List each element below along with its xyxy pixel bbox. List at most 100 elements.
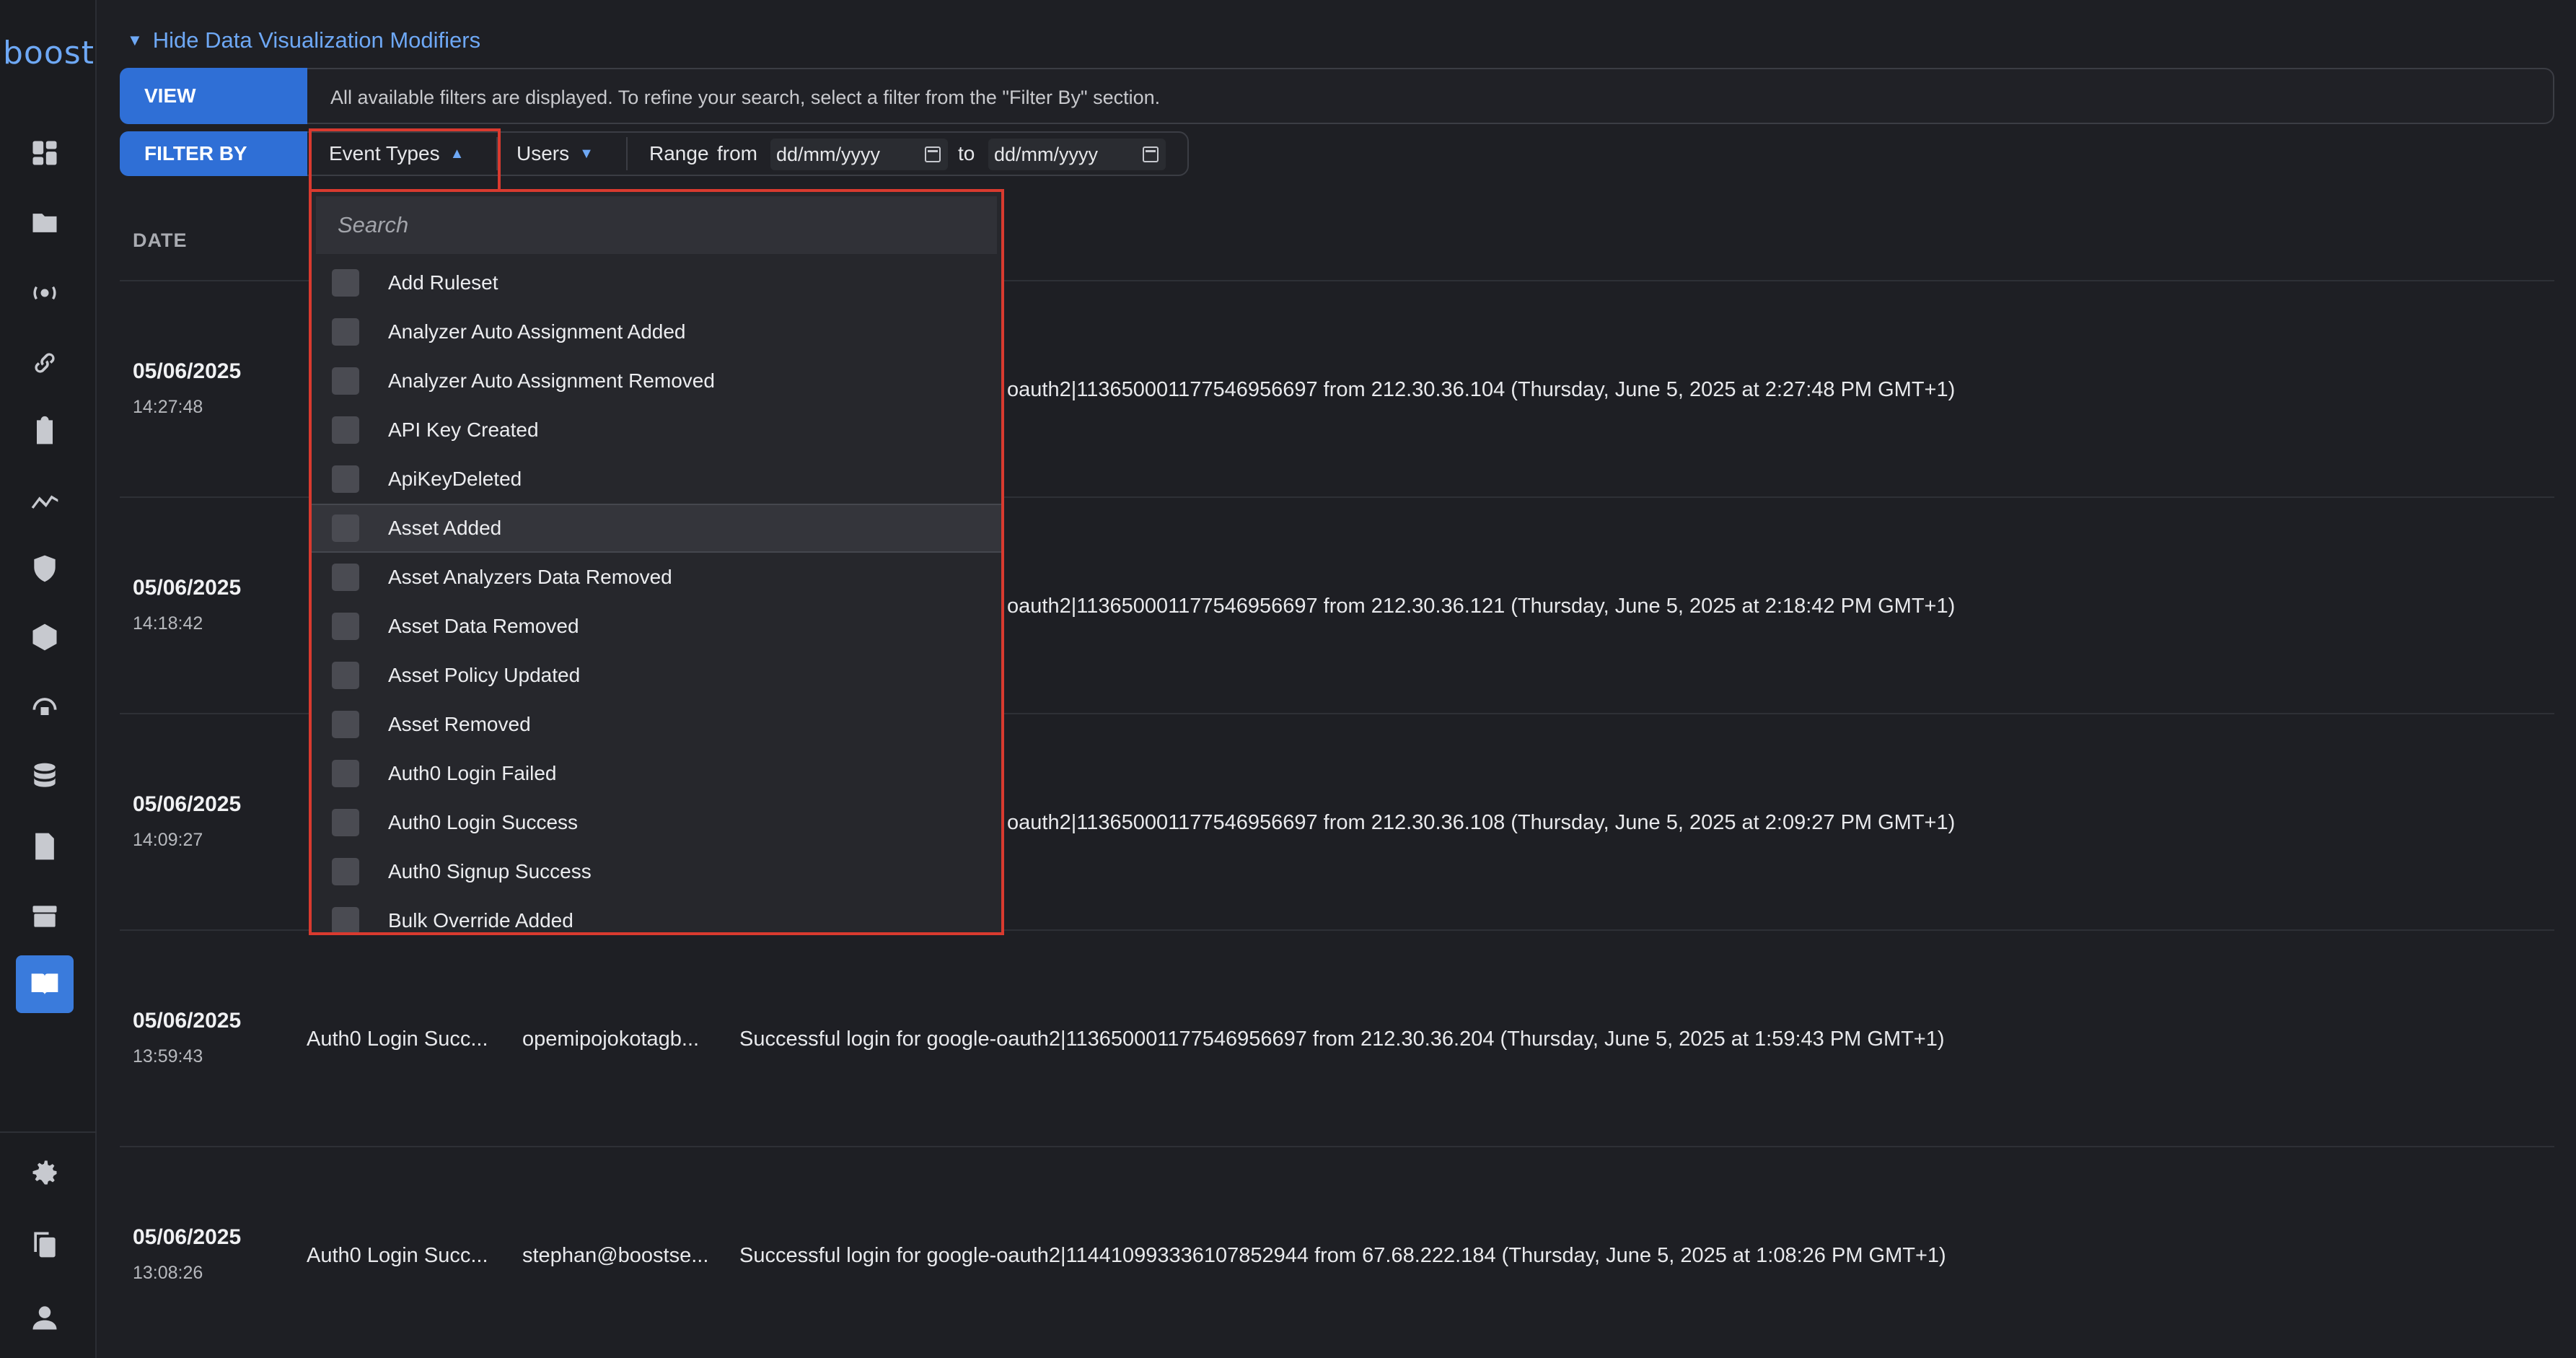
from-date-input[interactable]: dd/mm/yyyy bbox=[770, 139, 948, 170]
dropdown-option[interactable]: ApiKeyDeleted bbox=[312, 455, 1001, 504]
dropdown-option[interactable]: Asset Policy Updated bbox=[312, 651, 1001, 700]
checkbox[interactable] bbox=[332, 514, 359, 542]
checkbox[interactable] bbox=[332, 662, 359, 689]
checkbox[interactable] bbox=[332, 564, 359, 591]
calendar-icon[interactable] bbox=[925, 146, 941, 162]
dropdown-option[interactable]: Auth0 Login Success bbox=[312, 798, 1001, 847]
row-divider bbox=[120, 1146, 2554, 1147]
option-label: Auth0 Signup Success bbox=[388, 860, 592, 882]
from-label: from bbox=[717, 142, 757, 165]
row-description: oauth2|113650001177546956697 from 212.30… bbox=[1007, 595, 1956, 618]
option-label: Auth0 Login Failed bbox=[388, 762, 557, 784]
sidebar-divider bbox=[0, 1131, 97, 1133]
view-bar: VIEW All available filters are displayed… bbox=[120, 68, 2554, 124]
option-label: Asset Policy Updated bbox=[388, 664, 581, 686]
toggle-label: Hide Data Visualization Modifiers bbox=[152, 27, 481, 53]
dropdown-option[interactable]: Asset Removed bbox=[312, 700, 1001, 749]
date-column-header[interactable]: DATE bbox=[133, 229, 188, 252]
row-date: 05/06/2025 bbox=[133, 1009, 242, 1033]
dropdown-option[interactable]: Asset Data Removed bbox=[312, 602, 1001, 651]
option-label: Bulk Override Added bbox=[388, 909, 573, 932]
to-date-input[interactable]: dd/mm/yyyy bbox=[988, 139, 1166, 170]
checkbox[interactable] bbox=[332, 318, 359, 346]
gear-icon[interactable] bbox=[16, 1144, 74, 1201]
dropdown-search-input[interactable] bbox=[316, 196, 997, 254]
dropdown-option[interactable]: Asset Analyzers Data Removed bbox=[312, 553, 1001, 602]
clipboard-icon[interactable] bbox=[16, 402, 74, 460]
users-filter[interactable]: Users ▼ bbox=[516, 133, 594, 175]
row-event-type: Auth0 Login Succ... bbox=[307, 1028, 488, 1051]
checkbox[interactable] bbox=[332, 809, 359, 836]
archive-icon[interactable] bbox=[16, 888, 74, 945]
row-event-type: Auth0 Login Succ... bbox=[307, 1244, 488, 1267]
option-label: Asset Data Removed bbox=[388, 615, 579, 637]
row-date: 05/06/2025 bbox=[133, 576, 242, 600]
checkbox[interactable] bbox=[332, 760, 359, 787]
row-user: opemipojokotagb... bbox=[522, 1028, 700, 1051]
row-user: stephan@boostse... bbox=[522, 1244, 709, 1267]
checkbox[interactable] bbox=[332, 269, 359, 297]
checkbox[interactable] bbox=[332, 858, 359, 885]
range-label: Range bbox=[649, 142, 709, 165]
shield-alert-icon[interactable] bbox=[16, 540, 74, 597]
to-date-placeholder: dd/mm/yyyy bbox=[994, 143, 1099, 165]
checkbox[interactable] bbox=[332, 465, 359, 493]
option-label: API Key Created bbox=[388, 419, 539, 441]
checkbox[interactable] bbox=[332, 367, 359, 395]
boost-logo[interactable]: boost bbox=[3, 35, 94, 71]
row-time: 13:59:43 bbox=[133, 1046, 203, 1066]
option-label: Add Ruleset bbox=[388, 271, 498, 294]
dropdown-option[interactable]: Add Ruleset bbox=[312, 258, 1001, 307]
dropdown-option[interactable]: Auth0 Login Failed bbox=[312, 749, 1001, 798]
row-description: Successful login for google-oauth2|11365… bbox=[739, 1028, 1945, 1051]
file-check-icon[interactable] bbox=[16, 818, 74, 875]
view-tag: VIEW bbox=[120, 68, 307, 124]
checkbox[interactable] bbox=[332, 416, 359, 444]
database-icon[interactable] bbox=[16, 748, 74, 805]
radar-icon[interactable] bbox=[16, 678, 74, 736]
dropdown-option-hovered[interactable]: Asset Added bbox=[312, 504, 1001, 553]
row-time: 14:09:27 bbox=[133, 830, 203, 850]
row-date: 05/06/2025 bbox=[133, 792, 242, 816]
row-time: 14:27:48 bbox=[133, 397, 203, 417]
triangle-down-icon: ▼ bbox=[127, 31, 143, 49]
user-icon[interactable] bbox=[16, 1289, 74, 1346]
trend-icon[interactable] bbox=[16, 470, 74, 528]
package-icon[interactable] bbox=[16, 608, 74, 666]
from-date-placeholder: dd/mm/yyyy bbox=[776, 143, 881, 165]
option-label: Auth0 Login Success bbox=[388, 811, 579, 833]
row-time: 13:08:26 bbox=[133, 1263, 203, 1283]
dropdown-option[interactable]: Auth0 Signup Success bbox=[312, 847, 1001, 896]
checkbox[interactable] bbox=[332, 907, 359, 932]
book-icon[interactable] bbox=[16, 955, 74, 1013]
option-label: Analyzer Auto Assignment Removed bbox=[388, 369, 715, 392]
event-types-dropdown: Add Ruleset Analyzer Auto Assignment Add… bbox=[309, 189, 1004, 935]
view-description: All available filters are displayed. To … bbox=[330, 87, 1161, 108]
broadcast-icon[interactable] bbox=[16, 264, 74, 322]
dropdown-option[interactable]: Analyzer Auto Assignment Added bbox=[312, 307, 1001, 356]
hide-modifiers-toggle[interactable]: ▼ Hide Data Visualization Modifiers bbox=[127, 27, 480, 53]
row-time: 14:18:42 bbox=[133, 613, 203, 634]
event-types-highlight bbox=[309, 128, 501, 192]
calendar-icon[interactable] bbox=[1143, 146, 1159, 162]
dashboard-icon[interactable] bbox=[16, 124, 74, 182]
caret-down-icon: ▼ bbox=[579, 145, 594, 162]
folder-icon[interactable] bbox=[16, 194, 74, 252]
checkbox[interactable] bbox=[332, 613, 359, 640]
row-description: oauth2|113650001177546956697 from 212.30… bbox=[1007, 378, 1956, 401]
dropdown-option[interactable]: Bulk Override Added bbox=[312, 896, 1001, 932]
copy-icon[interactable] bbox=[16, 1215, 74, 1273]
option-label: Asset Added bbox=[388, 517, 502, 539]
checkbox[interactable] bbox=[332, 711, 359, 738]
link-icon[interactable] bbox=[16, 334, 74, 392]
dropdown-option[interactable]: Analyzer Auto Assignment Removed bbox=[312, 356, 1001, 406]
to-label: to bbox=[958, 142, 975, 165]
option-label: Asset Analyzers Data Removed bbox=[388, 566, 672, 588]
row-description: oauth2|113650001177546956697 from 212.30… bbox=[1007, 811, 1956, 834]
row-date: 05/06/2025 bbox=[133, 1225, 242, 1249]
users-label: Users bbox=[516, 142, 570, 165]
option-label: Asset Removed bbox=[388, 713, 531, 735]
separator bbox=[626, 137, 628, 170]
dropdown-option[interactable]: API Key Created bbox=[312, 406, 1001, 455]
option-label: Analyzer Auto Assignment Added bbox=[388, 320, 686, 343]
